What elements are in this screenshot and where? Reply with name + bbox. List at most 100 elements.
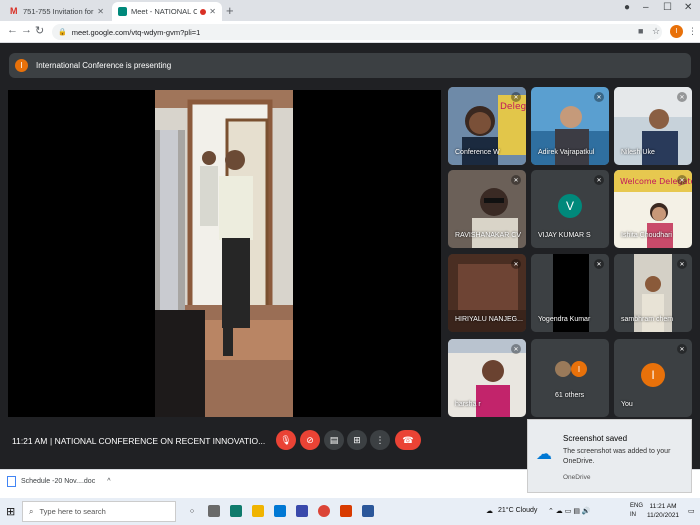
tray-icons[interactable]: ⌃ ☁ ▭ ▤ 🔊: [548, 507, 591, 515]
download-item[interactable]: Schedule -20 Nov....doc ^: [7, 476, 111, 487]
meeting-title-wrap: | NATIONAL CONFERENCE ON RECENT INNOVATI…: [50, 436, 265, 446]
main-video: [8, 90, 441, 417]
chevron-up-icon[interactable]: ^: [107, 478, 110, 485]
presenter-avatar: I: [15, 59, 28, 72]
menu-dots-icon[interactable]: ⋮: [688, 26, 697, 37]
taskbar-search[interactable]: ⌕ Type here to search: [22, 501, 176, 522]
participant-tile[interactable]: ✕ RAVISHANAKAR CV: [448, 170, 526, 248]
participant-name: Adirek Vajrapatkul: [538, 149, 595, 156]
back-icon[interactable]: ←: [7, 24, 18, 36]
close-icon[interactable]: ✕: [209, 7, 216, 16]
clock-date: 11/20/2021: [647, 512, 680, 519]
participant-tile[interactable]: ✕ harsha r: [448, 339, 526, 417]
participant-tile[interactable]: ✕ sambhram chem: [614, 254, 692, 332]
more-options-button[interactable]: ⋮: [370, 430, 390, 450]
captions-button[interactable]: ▤: [324, 430, 344, 450]
minimize-icon[interactable]: –: [643, 2, 649, 13]
participant-name: VIJAY KUMAR S: [538, 232, 591, 239]
bookmark-star-icon[interactable]: ☆: [652, 26, 660, 37]
captions-icon: ▤: [329, 434, 339, 445]
search-placeholder: Type here to search: [39, 507, 106, 516]
onedrive-cloud-icon: ☁: [536, 446, 552, 463]
forward-icon[interactable]: →: [21, 24, 32, 36]
store-icon[interactable]: [296, 505, 308, 517]
others-count: 61 others: [555, 392, 585, 399]
participant-name: HIRIYALU NANJEG...: [455, 316, 523, 323]
participant-name: Nilesh Uke: [621, 149, 655, 156]
clock-time: 11:21 AM: [649, 503, 677, 510]
tab-meet[interactable]: Meet - NATIONAL CONFERE ✕: [112, 2, 222, 21]
widgets-icon[interactable]: [208, 505, 220, 517]
present-icon: ⊞: [353, 434, 361, 445]
participant-tile[interactable]: ✕ Yogendra Kumar: [531, 254, 609, 332]
mic-off-icon: ✕: [677, 259, 687, 269]
word-doc-icon: [7, 476, 16, 487]
participant-name: Ishita Choudhari: [621, 232, 672, 239]
participant-tile[interactable]: ✕ Adirek Vajrapatkul: [531, 87, 609, 165]
separator: |: [50, 436, 53, 446]
present-button[interactable]: ⊞: [347, 430, 367, 450]
maximize-icon[interactable]: ☐: [663, 2, 672, 13]
participant-tile[interactable]: ✕ Nilesh Uke: [614, 87, 692, 165]
windows-taskbar: ⊞ ⌕ Type here to search ○ ☁ 21°C Cloudy …: [0, 498, 700, 525]
window-close-icon[interactable]: ✕: [684, 2, 692, 13]
participant-name: RAVISHANAKAR CV: [455, 232, 521, 239]
mail-icon[interactable]: [274, 505, 286, 517]
participant-tile[interactable]: Delegates ✕ Conference W: [448, 87, 526, 165]
tab-title: 751-755 Invitation for RISE - 202: [23, 7, 94, 16]
weather-text[interactable]: 21°C Cloudy: [498, 507, 537, 514]
mic-toggle-button[interactable]: 🎙: [276, 430, 296, 450]
room-scene: [155, 90, 293, 417]
new-tab-button[interactable]: +: [226, 2, 234, 19]
edge-icon[interactable]: [230, 505, 242, 517]
hang-up-icon: ☎: [402, 434, 414, 445]
camera-toggle-button[interactable]: ⊘: [300, 430, 320, 450]
presenting-text: International Conference is presenting: [36, 61, 172, 70]
weather-icon[interactable]: ☁: [486, 507, 493, 515]
word-icon[interactable]: [362, 505, 374, 517]
mic-off-icon: 🎙: [280, 434, 292, 445]
address-bar[interactable]: 🔒 meet.google.com/vtq-wdym-gvm?pli=1: [52, 24, 662, 40]
chrome-icon[interactable]: [318, 505, 330, 517]
profile-icon[interactable]: ●: [624, 2, 630, 13]
others-tile[interactable]: I 61 others: [531, 339, 609, 417]
language-indicator[interactable]: ENG IN: [630, 502, 643, 520]
file-explorer-icon[interactable]: [252, 505, 264, 517]
meeting-time: 11:21 AM: [12, 436, 48, 446]
participant-name: sambhram chem: [621, 316, 674, 323]
browser-toolbar: ← → ↻ 🔒 meet.google.com/vtq-wdym-gvm?pli…: [0, 21, 700, 43]
notification-icon[interactable]: ▭: [688, 507, 695, 515]
close-icon[interactable]: ✕: [97, 7, 104, 16]
participant-name: Conference W: [455, 149, 500, 156]
mic-off-icon: ✕: [594, 175, 604, 185]
profile-avatar[interactable]: I: [670, 25, 683, 38]
browser-tab-strip: M 751-755 Invitation for RISE - 202 ✕ Me…: [0, 0, 700, 21]
tab-gmail[interactable]: M 751-755 Invitation for RISE - 202 ✕: [4, 2, 110, 21]
download-filename: Schedule -20 Nov....doc: [21, 478, 96, 485]
others-avatars: [555, 361, 571, 377]
office-icon[interactable]: [340, 505, 352, 517]
lang-code: ENG: [630, 503, 644, 509]
participant-tile[interactable]: ✕ HIRIYALU NANJEG...: [448, 254, 526, 332]
participant-avatar: V: [558, 194, 582, 218]
region-code: IN: [630, 512, 636, 518]
others-avatar: I: [571, 361, 587, 377]
participant-tile[interactable]: V ✕ VIJAY KUMAR S: [531, 170, 609, 248]
mic-off-icon: ✕: [511, 92, 521, 102]
more-vert-icon: ⋮: [375, 434, 385, 445]
mic-off-icon: ✕: [511, 259, 521, 269]
participant-tile[interactable]: Welcome Delegates ✕ Ishita Choudhari: [614, 170, 692, 248]
end-call-button[interactable]: ☎: [395, 430, 421, 450]
self-tile[interactable]: I ✕ You: [614, 339, 692, 417]
system-clock[interactable]: 11:21 AM 11/20/2021: [647, 502, 679, 520]
windows-start-icon[interactable]: ⊞: [6, 505, 15, 518]
task-view-icon[interactable]: ○: [186, 505, 198, 517]
mic-off-icon: ✕: [511, 175, 521, 185]
mic-off-icon: ✕: [677, 92, 687, 102]
mic-off-icon: ✕: [594, 92, 604, 102]
onedrive-toast[interactable]: ☁ Screenshot saved The screenshot was ad…: [527, 419, 692, 493]
meeting-title: NATIONAL CONFERENCE ON RECENT INNOVATIO.…: [54, 436, 266, 446]
reload-icon[interactable]: ↻: [35, 24, 44, 37]
slide-text: Delegates: [500, 102, 526, 112]
camera-icon[interactable]: ■: [638, 26, 643, 36]
